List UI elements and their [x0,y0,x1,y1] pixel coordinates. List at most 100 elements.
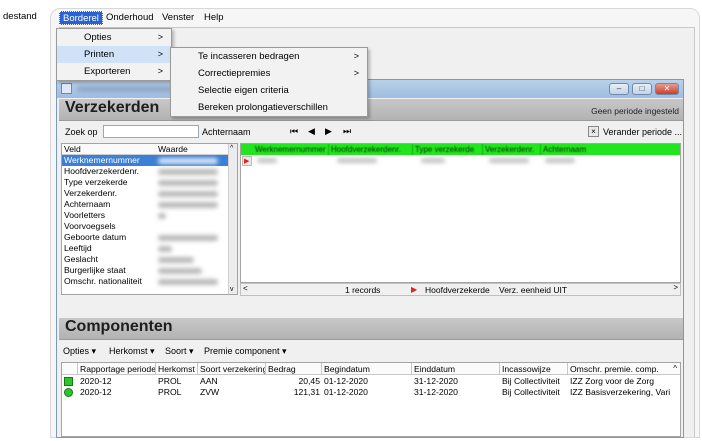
table-column-header[interactable]: Einddatum [412,363,500,375]
menu-item-selectie-eigen-criteria[interactable]: Selectie eigen criteria [171,82,367,99]
cell-bedrag: 20,45 [298,376,320,386]
scroll-right-icon[interactable]: > [673,283,678,292]
property-row[interactable]: Geboorte datum [62,232,230,243]
change-period-button[interactable]: Verander periode ... [603,127,682,137]
menu-onderhoud[interactable]: Onderhoud [103,11,157,25]
grid-column-header[interactable]: Verzekerdenr. [483,144,541,155]
property-row[interactable]: Burgerlijke staat [62,265,230,276]
hoofdverzekerde-label[interactable]: Hoofdverzekerde [425,285,490,295]
grid-cell-blurred[interactable] [257,158,277,163]
status-circle-icon [64,388,73,397]
grid-column-header[interactable]: Type verzekerde [413,144,483,155]
window-titlebar[interactable]: – □ ✕ [57,80,683,98]
minimize-button[interactable]: – [609,83,629,95]
property-value-blurred [158,213,166,219]
scroll-left-icon[interactable]: < [243,284,248,293]
chevron-up-icon[interactable]: ^ [673,364,677,373]
chevron-down-icon[interactable]: v [230,286,234,293]
property-key: Hoofdverzekerdenr. [64,166,139,176]
grid-cell-blurred[interactable] [421,158,445,163]
chevron-right-icon: > [157,66,163,76]
property-row[interactable]: Omschr. nationaliteit [62,276,230,287]
table-column-header[interactable]: Rapportage periode [78,363,156,375]
close-button[interactable]: ✕ [655,83,679,95]
chevron-right-icon: > [157,32,163,42]
cell-begindatum: 01-12-2020 [324,376,368,386]
property-header: Veld Waarde [62,144,230,155]
cell-periode: 2020-12 [80,376,112,386]
grid-cell-blurred[interactable] [489,158,529,163]
verz-eenheid-label[interactable]: Verz. eenheid UIT [499,285,567,295]
premie-component-dropdown[interactable]: Premie component ▾ [204,346,287,357]
property-row[interactable]: Type verzekerde [62,177,230,188]
table-column-header[interactable]: Omschr. premie. comp. [568,363,680,375]
menu-item-printen[interactable]: Printen > [57,46,171,63]
chevron-right-icon: > [157,49,163,59]
menu-item-bereken-prolongatie[interactable]: Bereken prolongatieverschillen [171,99,367,116]
chevron-right-icon: > [353,51,359,61]
last-record-icon[interactable]: ⏭ [343,126,351,137]
menu-item-label: Exporteren [84,66,131,77]
property-row[interactable]: Verzekerdenr. [62,188,230,199]
grid-statusbar: < > 1 records ▶ Hoofdverzekerde Verz. ee… [240,283,681,296]
table-column-header[interactable]: Herkomst [156,363,198,375]
grid-header: Werknemernummer Hoofdverzekerdenr. Type … [241,144,680,155]
property-row[interactable]: Voorletters [62,210,230,221]
record-count: 1 records [345,285,381,295]
previous-record-icon[interactable]: ◀ [308,126,315,137]
search-input[interactable] [103,125,199,138]
soort-dropdown[interactable]: Soort ▾ [165,346,194,357]
maximize-button[interactable]: □ [632,83,652,95]
menu-cut-left[interactable]: destand [0,10,40,24]
table-column-header[interactable]: Incassowijze [500,363,568,375]
property-value-blurred [158,158,218,164]
opties-dropdown[interactable]: Opties ▾ [63,346,96,357]
menu-item-label: Selectie eigen criteria [198,85,289,96]
property-row[interactable]: Geslacht [62,254,230,265]
grid-column-header[interactable]: Hoofdverzekerdenr. [329,144,413,155]
next-record-icon[interactable]: ▶ [325,126,332,137]
property-row[interactable]: Hoofdverzekerdenr. [62,166,230,177]
property-panel: Veld Waarde Werknemernummer Hoofdverzeke… [61,143,238,295]
period-icon[interactable]: × [588,126,599,137]
menu-item-te-incasseren[interactable]: Te incasseren bedragen > [171,48,367,65]
table-column-header[interactable]: Soort verzekering [198,363,266,375]
herkomst-dropdown[interactable]: Herkomst ▾ [109,346,155,357]
property-key: Omschr. nationaliteit [64,276,142,286]
cell-bedrag: 121,31 [293,387,320,397]
cell-herkomst: PROL [158,387,182,397]
property-row[interactable]: Werknemernummer [62,155,230,166]
table-column-header[interactable]: Bedrag [266,363,322,375]
menu-item-exporteren[interactable]: Exporteren > [57,63,171,80]
cell-incassowijze: Bij Collectiviteit [502,387,560,397]
search-field-label: Achternaam [202,127,251,137]
property-row[interactable]: Leeftijd [62,243,230,254]
menu-help[interactable]: Help [201,11,227,25]
toolbar-label: Opties [63,346,90,356]
grid-cell-blurred[interactable] [337,158,377,163]
table-column-header[interactable]: Begindatum [322,363,412,375]
toolbar-label: Herkomst [109,346,148,356]
property-key: Verzekerdenr. [64,188,118,198]
first-record-icon[interactable]: ⏮ [290,126,298,137]
menu-item-opties[interactable]: Opties > [57,29,171,46]
property-value-blurred [158,202,218,208]
row-indicator[interactable]: ▶ [242,156,252,166]
property-value-blurred [158,279,218,285]
menu-item-correctiepremies[interactable]: Correctiepremies > [171,65,367,82]
status-square-icon [64,377,73,386]
verzekerden-title: Verzekerden [65,99,160,116]
property-scrollbar[interactable]: ^ v [228,144,237,294]
menu-borderel[interactable]: Borderel [59,11,103,25]
grid-cell-blurred[interactable] [545,158,575,163]
grid-column-header[interactable]: Werknemernummer [253,144,329,155]
borderel-menu: Opties > Printen > Exporteren > [56,28,172,81]
property-row[interactable]: Voorvoegsels [62,221,230,232]
property-value-blurred [158,257,194,263]
chevron-up-icon[interactable]: ^ [230,145,233,152]
grid-column-header[interactable]: Achternaam [541,144,680,155]
menu-venster[interactable]: Venster [159,11,197,25]
componenten-table: Rapportage periode Herkomst Soort verzek… [61,362,681,437]
cell-incassowijze: Bij Collectiviteit [502,376,560,386]
property-row[interactable]: Achternaam [62,199,230,210]
